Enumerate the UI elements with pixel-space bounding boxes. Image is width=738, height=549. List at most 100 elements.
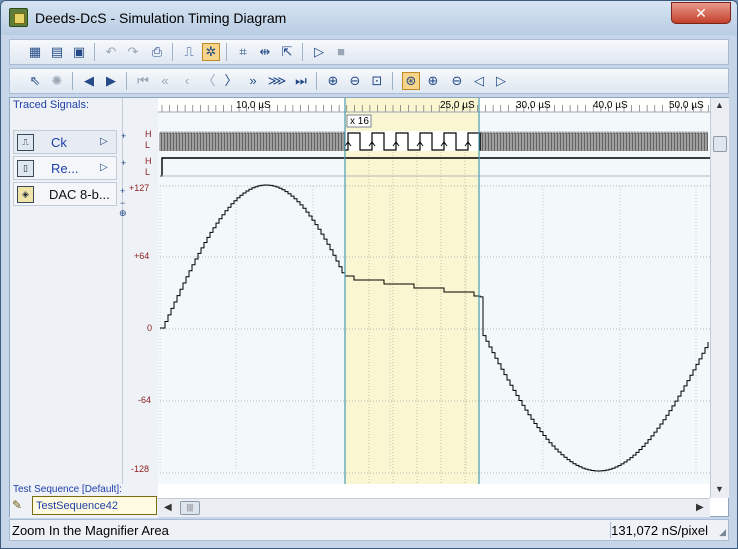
step-backward-icon[interactable]: ‹	[178, 72, 196, 90]
scroll-down-icon[interactable]: ▼	[715, 484, 724, 494]
scroll-left-icon[interactable]: ◀	[164, 502, 172, 513]
scale-high: H	[145, 129, 152, 139]
toolbar-separator	[126, 72, 127, 90]
signal-name: Ck	[51, 135, 67, 150]
fast-backward-icon[interactable]: «	[156, 72, 174, 90]
analog-scale-label: 0	[147, 323, 153, 333]
new-sequence-icon[interactable]: ▦	[26, 43, 44, 61]
analog-scale-label: +64	[134, 251, 150, 261]
title-bar: Deeds-DcS - Simulation Timing Diagram ✕	[1, 1, 737, 35]
timing-diagram-area: Traced Signals: ⎍ Ck ▷ ▯ Re... ▷ ◈ DAC 8…	[9, 97, 729, 545]
zoom-in-icon[interactable]: ⊕	[324, 72, 342, 90]
cursor-select-icon[interactable]: ⇖	[26, 72, 44, 90]
scale-low: L	[145, 140, 151, 150]
step-back-icon[interactable]: 〈	[200, 72, 218, 90]
play-icon[interactable]: ▷	[310, 43, 328, 61]
scroll-thumb[interactable]: |||	[180, 501, 200, 515]
toolbar-separator	[302, 43, 303, 61]
probe-icon[interactable]: ▷	[100, 136, 108, 147]
expand-plus-icon[interactable]: +	[121, 158, 126, 168]
expand-plus-icon[interactable]: +	[121, 131, 126, 141]
toolbar-primary: ▦ ▤ ▣ ↶ ↷ ⎙ ⎍ ✲ ⌗ ⇹ ⇱ ▷ ■	[9, 39, 729, 65]
horizontal-scrollbar[interactable]: ◀ ||| ▶	[158, 498, 710, 517]
fast-forward-icon[interactable]: »	[244, 72, 262, 90]
status-message: Zoom In the Magnifier Area	[12, 523, 169, 538]
simulation-window: Deeds-DcS - Simulation Timing Diagram ✕ …	[0, 0, 738, 549]
magnifier-zoom-in-icon[interactable]: ⊕	[424, 72, 442, 90]
scale-high: H	[145, 156, 152, 166]
toolbar-separator	[94, 43, 95, 61]
reset-signal-icon: ▯	[17, 160, 34, 177]
dac-signal-icon: ◈	[17, 186, 34, 203]
set-interval-icon[interactable]: ⌗	[234, 43, 252, 61]
scale-low: L	[145, 167, 151, 177]
scroll-up-icon[interactable]: ▲	[715, 100, 724, 110]
ruler-label: 50,0 µS	[669, 100, 704, 111]
step-forward-icon[interactable]: 〉	[222, 72, 240, 90]
test-sequence-panel: Test Sequence [Default]: ✎	[10, 484, 158, 518]
ruler-label: 10,0 µS	[236, 100, 271, 111]
magnifier-factor: x 16	[350, 116, 369, 127]
toolbar-separator	[172, 43, 173, 61]
close-button[interactable]: ✕	[671, 2, 731, 24]
clock-magnified-waveform	[344, 131, 481, 151]
go-end-icon[interactable]: ⏭	[292, 72, 310, 90]
toolbar-separator	[316, 72, 317, 90]
ruler-label: 40,0 µS	[593, 100, 628, 111]
scroll-thumb[interactable]	[713, 136, 727, 152]
fit-scale-icon[interactable]: ⊕	[119, 208, 127, 219]
toolbar-navigation: ⇖ ✺ ◀ ▶ ⏮ « ‹ 〈 〉 » ⋙ ⏭ ⊕ ⊖ ⊡ ⊛ ⊕ ⊖ ◁ ▷	[9, 68, 729, 94]
scroll-right-icon[interactable]: ▶	[696, 502, 704, 513]
signal-row-dac[interactable]: ◈ DAC 8-b...	[13, 182, 117, 206]
zoom-out-icon[interactable]: ⊖	[346, 72, 364, 90]
waveform-plot[interactable]: 10,0 µS 25,0 µS 30,0 µS 40,0 µS 50,0 µS …	[158, 98, 710, 545]
ruler-label: 25,0 µS	[440, 100, 475, 111]
ruler-label: 30,0 µS	[516, 100, 551, 111]
redo-icon[interactable]: ↷	[124, 43, 142, 61]
print-preview-icon[interactable]: ⎙	[148, 43, 166, 61]
magnifier-zoom-out-icon[interactable]: ⊖	[448, 72, 466, 90]
signal-row-ck[interactable]: ⎍ Ck ▷	[13, 130, 117, 154]
faster-forward-icon[interactable]: ⋙	[268, 72, 287, 90]
status-resolution: 131,072 nS/pixel	[611, 523, 708, 538]
test-sequence-icon: ✎	[12, 498, 23, 512]
arrow-left-icon[interactable]: ◀	[80, 72, 98, 90]
window-title: Deeds-DcS - Simulation Timing Diagram	[35, 10, 287, 26]
magnifier-area-icon[interactable]: ⊛	[402, 72, 420, 90]
resize-grip-icon[interactable]: ◢	[719, 527, 726, 538]
signal-row-reset[interactable]: ▯ Re... ▷	[13, 156, 117, 180]
signal-name: DAC 8-b...	[49, 187, 110, 202]
clock-signal-icon: ⎍	[17, 134, 34, 151]
go-start-icon[interactable]: ⏮	[134, 72, 152, 90]
traced-signals-panel: Traced Signals: ⎍ Ck ▷ ▯ Re... ▷ ◈ DAC 8…	[10, 98, 158, 516]
app-chip-icon	[9, 8, 28, 27]
probe-icon[interactable]: ▷	[100, 162, 108, 173]
magnifier-area[interactable]	[345, 98, 479, 484]
toolbar-separator	[392, 72, 393, 90]
collapse-minus-icon[interactable]: −	[120, 198, 125, 208]
stop-icon[interactable]: ■	[332, 43, 350, 61]
arrow-right-icon[interactable]: ▶	[102, 72, 120, 90]
magnifier-tool-icon[interactable]: ✲	[202, 43, 220, 61]
zoom-fit-icon[interactable]: ⊡	[368, 72, 386, 90]
test-sequence-label: Test Sequence [Default]:	[13, 484, 122, 495]
undo-icon[interactable]: ↶	[102, 43, 120, 61]
select-interval-icon[interactable]: ⇱	[278, 43, 296, 61]
toolbar-separator	[226, 43, 227, 61]
analog-scale-label: +127	[129, 183, 150, 193]
save-file-icon[interactable]: ▣	[70, 43, 88, 61]
insert-signal-icon[interactable]: ⎍	[180, 43, 198, 61]
magnifier-right-icon[interactable]: ▷	[492, 72, 510, 90]
signal-name: Re...	[51, 161, 79, 176]
magnifier-left-icon[interactable]: ◁	[470, 72, 488, 90]
open-file-icon[interactable]: ▤	[48, 43, 66, 61]
cursor-gear-icon[interactable]: ✺	[48, 72, 66, 90]
expand-plus-icon[interactable]: +	[120, 186, 125, 196]
traced-signals-label: Traced Signals:	[13, 99, 90, 111]
toolbar-separator	[72, 72, 73, 90]
split-interval-icon[interactable]: ⇹	[256, 43, 274, 61]
clock-mag-background	[345, 131, 479, 151]
vertical-scrollbar[interactable]: ▲ ▼	[710, 98, 729, 498]
test-sequence-input[interactable]	[32, 496, 157, 515]
analog-scale-label: -128	[131, 464, 150, 474]
